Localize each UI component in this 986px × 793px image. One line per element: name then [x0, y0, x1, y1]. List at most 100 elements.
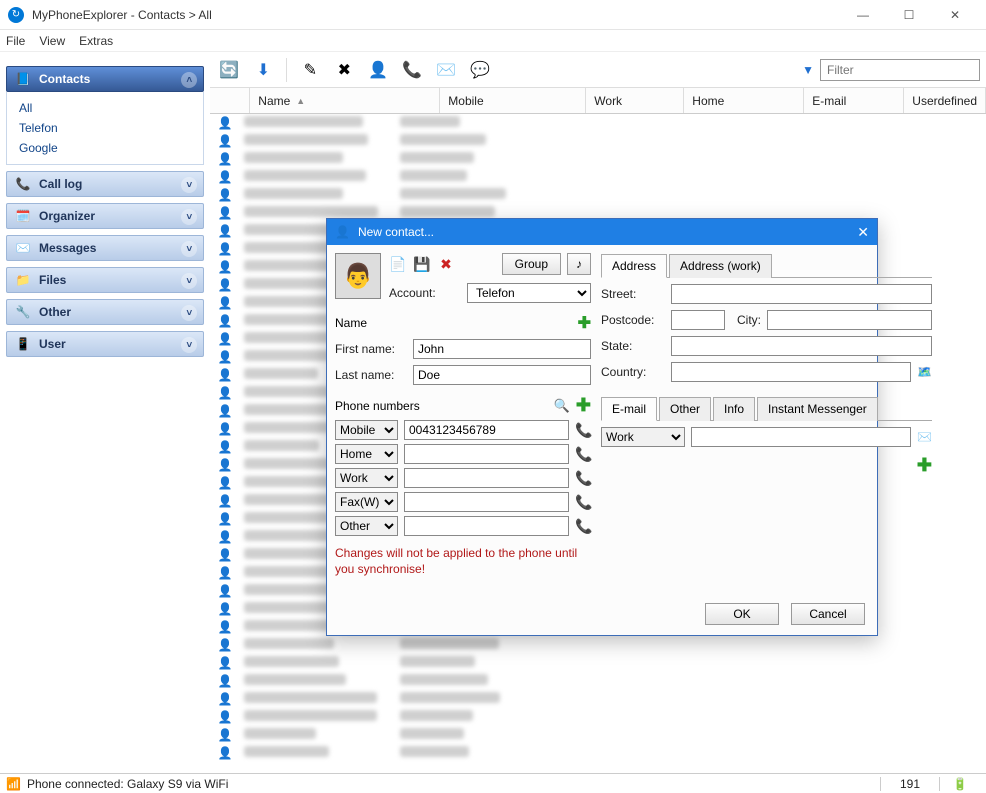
delete-icon[interactable]: ✖: [437, 255, 455, 273]
menu-view[interactable]: View: [39, 34, 65, 48]
table-row[interactable]: 👤: [210, 636, 986, 654]
group-button[interactable]: Group: [502, 253, 561, 275]
person-icon: 👤: [210, 152, 240, 166]
add-contact-button[interactable]: 👤: [365, 57, 391, 83]
dial-icon[interactable]: 📞: [575, 446, 591, 463]
call-button[interactable]: 📞: [399, 57, 425, 83]
table-row[interactable]: 👤: [210, 114, 986, 132]
sidebar-other[interactable]: 🔧 Other ˅: [6, 299, 204, 325]
table-row[interactable]: 👤: [210, 744, 986, 762]
col-name[interactable]: Name▲: [250, 88, 440, 113]
table-row[interactable]: 👤: [210, 690, 986, 708]
phone-type-select[interactable]: Work: [335, 468, 398, 488]
dial-icon[interactable]: 📞: [575, 422, 591, 439]
menu-file[interactable]: File: [6, 34, 25, 48]
filter-input[interactable]: [820, 59, 980, 81]
sidebar-messages[interactable]: ✉️ Messages ˅: [6, 235, 204, 261]
person-icon: 👤: [210, 656, 240, 670]
table-row[interactable]: 👤: [210, 168, 986, 186]
account-select[interactable]: Telefon: [467, 283, 591, 303]
tab-email[interactable]: E-mail: [601, 397, 657, 421]
sidebar-calllog-label: Call log: [39, 177, 82, 191]
delete-button[interactable]: ✖: [331, 57, 357, 83]
table-row[interactable]: 👤: [210, 726, 986, 744]
close-button[interactable]: ✕: [932, 0, 978, 30]
sidebar-item-telefon[interactable]: Telefon: [19, 118, 191, 138]
table-row[interactable]: 👤: [210, 708, 986, 726]
first-name-input[interactable]: [413, 339, 591, 359]
phone-type-select[interactable]: Mobile: [335, 420, 398, 440]
dialog-close-button[interactable]: ✕: [857, 224, 869, 241]
city-input[interactable]: [767, 310, 932, 330]
sidebar-files-label: Files: [39, 273, 66, 287]
table-row[interactable]: 👤: [210, 132, 986, 150]
person-icon: 👤: [210, 170, 240, 184]
edit-button[interactable]: ✎: [297, 57, 323, 83]
cancel-button[interactable]: Cancel: [791, 603, 865, 625]
state-input[interactable]: [671, 336, 932, 356]
add-name-button[interactable]: ✚: [578, 313, 591, 333]
person-icon: 👤: [210, 512, 240, 526]
note-icon[interactable]: 📄: [389, 255, 407, 273]
map-icon[interactable]: 🗺️: [917, 365, 932, 379]
phone-number-input[interactable]: [404, 420, 569, 440]
chevron-down-icon: ˅: [181, 305, 197, 321]
sidebar-calllog[interactable]: 📞 Call log ˅: [6, 171, 204, 197]
dialog-titlebar[interactable]: 👤 New contact... ✕: [327, 219, 877, 245]
send-email-icon[interactable]: ✉️: [917, 430, 932, 444]
message-button[interactable]: ✉️: [433, 57, 459, 83]
contact-avatar[interactable]: 👨: [335, 253, 381, 299]
save-icon[interactable]: 💾: [413, 255, 431, 273]
dial-icon[interactable]: 📞: [575, 518, 591, 535]
minimize-button[interactable]: —: [840, 0, 886, 30]
tab-address[interactable]: Address: [601, 254, 667, 278]
table-row[interactable]: 👤: [210, 654, 986, 672]
add-phone-button[interactable]: ✚: [576, 395, 591, 416]
street-input[interactable]: [671, 284, 932, 304]
phone-number-input[interactable]: [404, 444, 569, 464]
phone-number-input[interactable]: [404, 468, 569, 488]
col-work[interactable]: Work: [586, 88, 684, 113]
phone-type-select[interactable]: Fax(W): [335, 492, 398, 512]
phone-number-input[interactable]: [404, 516, 569, 536]
col-icon[interactable]: [210, 88, 250, 113]
ringtone-button[interactable]: ♪: [567, 253, 591, 275]
col-mobile[interactable]: Mobile: [440, 88, 586, 113]
tab-other[interactable]: Other: [659, 397, 711, 421]
col-email[interactable]: E-mail: [804, 88, 904, 113]
download-button[interactable]: ⬇: [250, 57, 276, 83]
maximize-button[interactable]: ☐: [886, 0, 932, 30]
phone-type-select[interactable]: Other: [335, 516, 398, 536]
table-row[interactable]: 👤: [210, 150, 986, 168]
menu-extras[interactable]: Extras: [79, 34, 113, 48]
phone-number-input[interactable]: [404, 492, 569, 512]
search-phone-icon[interactable]: 🔍: [554, 398, 570, 414]
tab-info[interactable]: Info: [713, 397, 755, 421]
phone-type-select[interactable]: Home: [335, 444, 398, 464]
last-name-input[interactable]: [413, 365, 591, 385]
col-home[interactable]: Home: [684, 88, 804, 113]
tab-address-work[interactable]: Address (work): [669, 254, 772, 278]
email-input[interactable]: [691, 427, 911, 447]
sidebar-item-all[interactable]: All: [19, 98, 191, 118]
chat-button[interactable]: 💬: [467, 57, 493, 83]
dial-icon[interactable]: 📞: [575, 494, 591, 511]
email-type-select[interactable]: Work: [601, 427, 685, 447]
filter-icon[interactable]: ▼: [802, 63, 814, 77]
table-row[interactable]: 👤: [210, 672, 986, 690]
add-email-button[interactable]: ✚: [917, 455, 932, 475]
sort-asc-icon: ▲: [296, 96, 305, 106]
col-userdefined[interactable]: Userdefined: [904, 88, 986, 113]
sidebar-files[interactable]: 📁 Files ˅: [6, 267, 204, 293]
postcode-input[interactable]: [671, 310, 725, 330]
sidebar-organizer[interactable]: 🗓️ Organizer ˅: [6, 203, 204, 229]
table-row[interactable]: 👤: [210, 186, 986, 204]
sidebar-user[interactable]: 📱 User ˅: [6, 331, 204, 357]
sync-button[interactable]: 🔄: [216, 57, 242, 83]
tab-im[interactable]: Instant Messenger: [757, 397, 878, 421]
dial-icon[interactable]: 📞: [575, 470, 591, 487]
sidebar-contacts[interactable]: 📘 Contacts ˄: [6, 66, 204, 92]
sidebar-item-google[interactable]: Google: [19, 138, 191, 158]
country-input[interactable]: [671, 362, 911, 382]
ok-button[interactable]: OK: [705, 603, 779, 625]
